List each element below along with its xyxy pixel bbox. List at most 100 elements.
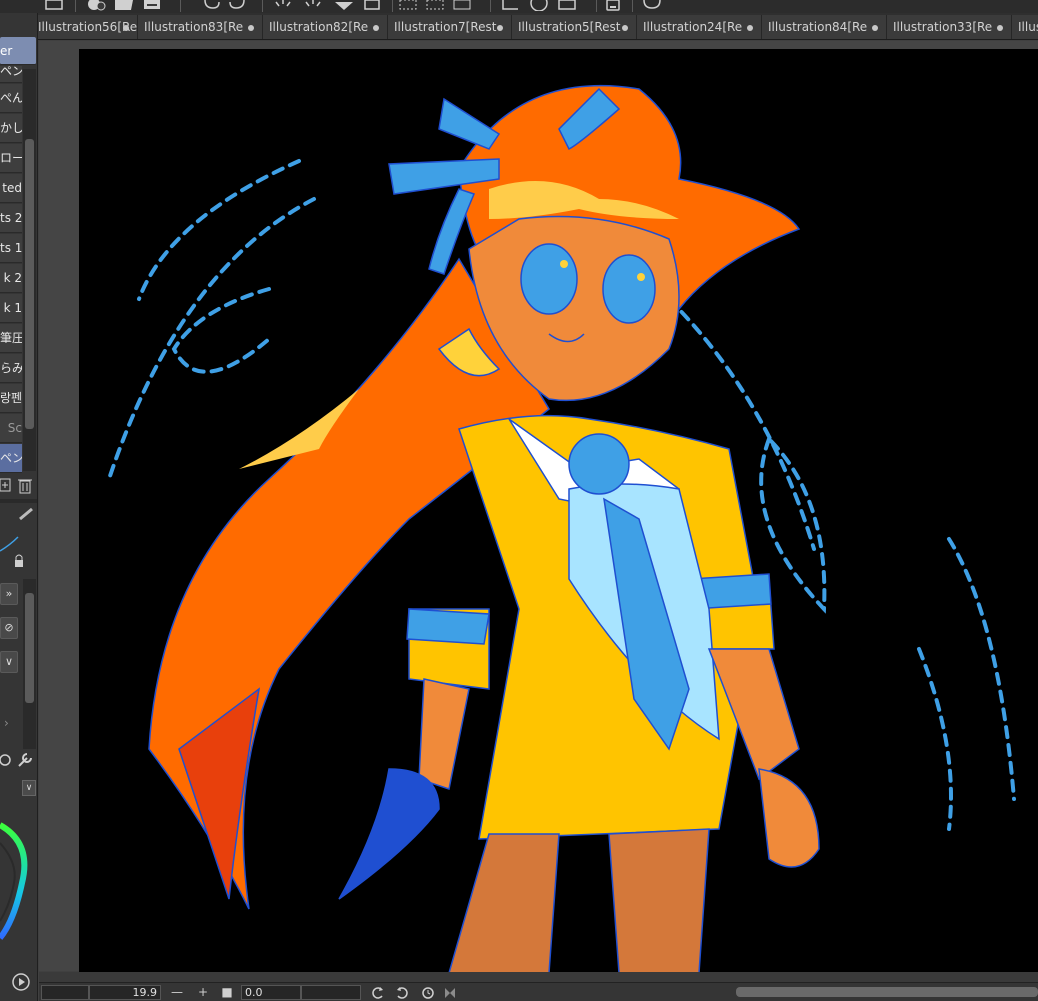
rotation-slider[interactable] [301,985,361,1000]
lock-icon[interactable] [12,553,26,569]
color-wheel[interactable] [0,803,38,963]
document-tab[interactable]: Illustration24[Re [637,15,762,39]
open-folder-icon[interactable] [114,0,134,11]
brush-list-scrollbar[interactable] [23,69,36,471]
tab-close-icon[interactable] [997,25,1003,31]
tab-close-icon[interactable] [497,25,503,31]
document-tab[interactable]: Illustration7[Rest [388,15,512,39]
rotation-field[interactable]: 0.0 [241,985,301,1000]
transform-icon[interactable] [333,0,355,11]
settings-scrollbar[interactable] [23,579,36,749]
brush-item[interactable]: 筆圧 [0,324,22,353]
reset-rotation-icon[interactable] [420,985,436,1000]
brush-item[interactable]: er [0,37,36,65]
toolbar-separator [632,0,633,12]
deselect-icon[interactable] [398,0,418,11]
history-icon[interactable] [0,751,14,769]
chat-icon[interactable] [642,0,662,11]
toolbar-separator [262,0,263,12]
expand-setting-button[interactable]: » [0,583,18,605]
save-icon[interactable] [142,0,162,11]
rotate-right-icon[interactable] [394,985,410,1000]
quick-access-icon[interactable] [44,0,64,11]
document-tab[interactable]: Illustration82[Re [263,15,388,39]
brush-item[interactable]: かし [0,114,22,143]
tab-close-icon[interactable] [622,25,628,31]
fill-icon[interactable] [302,0,324,11]
brush-item[interactable]: k 1 [0,294,22,323]
brush-item[interactable]: 랑펜 [0,384,22,413]
tab-close-icon[interactable] [872,25,878,31]
character-illustration [107,85,1016,973]
zoom-out-button[interactable]: — [169,984,185,1001]
drawing-canvas[interactable] [79,49,1038,973]
outfit [406,414,775,840]
brush-label: ロー [0,151,22,165]
new-canvas-icon[interactable] [86,0,108,11]
brush-label: らみ [0,361,22,375]
tab-label: Illustration83[Re [144,20,244,34]
flip-icon[interactable] [443,985,457,1000]
tab-close-icon[interactable] [248,25,254,31]
brush-label: Sc [7,421,22,435]
document-tab[interactable]: Illus [1012,15,1038,39]
brush-label: ts 1 [0,241,22,255]
scale-icon[interactable] [362,0,382,11]
brush-label: ts 2 [0,211,22,225]
rotate-left-icon[interactable] [370,985,386,1000]
fit-screen-button[interactable]: ■ [221,984,233,1001]
circle-ruler-icon[interactable] [528,0,550,11]
tab-close-icon[interactable] [373,25,379,31]
dropdown-button[interactable]: ∨ [0,651,18,673]
document-tab[interactable]: Illustration5[Rest [512,15,637,39]
undo-icon[interactable] [201,0,221,11]
brush-item[interactable]: ぺん [0,84,22,113]
brush-item[interactable]: ted [0,174,22,203]
brush-label: かし [0,121,22,135]
toolbar-separator [75,0,76,12]
horizontal-scroll-track [39,972,1038,982]
brush-item[interactable]: k 2 [0,264,22,293]
tab-label: Illus [1018,20,1038,34]
sub-tool-panel: er ペン ぺん かし ロー ted ts 2 ts 1 k 2 k 1 筆圧 … [0,13,38,1001]
stroke-preview-icon [0,536,19,552]
document-tab[interactable]: Illustration33[Re [887,15,1012,39]
brush-item[interactable]: ts 2 [0,204,22,233]
brush-item[interactable]: ts 1 [0,234,22,263]
brush-item[interactable]: Sc [0,414,22,443]
brush-label: ペン [0,451,22,465]
wrench-icon[interactable] [16,751,34,769]
ruler-icon[interactable] [500,0,520,11]
tab-close-icon[interactable] [747,25,753,31]
clip-studio-window: Illustration56[Re Illustration83[Re Illu… [0,0,1038,1001]
trash-icon[interactable] [16,475,34,495]
brush-list-scroll-thumb[interactable] [25,139,34,429]
clear-icon[interactable] [272,0,294,11]
snap-icon[interactable] [556,0,578,11]
invert-selection-icon[interactable] [425,0,445,11]
settings-scroll-thumb[interactable] [25,593,34,703]
brush-shape-icon [19,507,33,521]
brush-item[interactable]: ペン [0,444,22,473]
brush-item[interactable]: ロー [0,144,22,173]
zoom-in-button[interactable]: + [195,984,211,1001]
play-icon[interactable] [10,971,32,993]
brush-item[interactable]: らみ [0,354,22,383]
add-brush-icon[interactable] [0,475,12,495]
toolbar-separator [490,0,491,12]
anti-alias-button[interactable]: ⊘ [0,617,18,639]
horizontal-scroll-thumb[interactable] [736,987,1038,997]
brush-item[interactable]: ペン [0,66,22,83]
tab-label: Illustration5[Rest [518,20,621,34]
expand-arrow-icon[interactable]: › [4,716,9,730]
tab-close-icon[interactable] [123,25,129,31]
smartphone-icon[interactable] [604,0,622,11]
zoom-field[interactable]: 19.9 [89,985,161,1000]
crop-icon[interactable] [452,0,472,11]
document-tab[interactable]: Illustration84[Re [762,15,887,39]
document-tab[interactable]: Illustration83[Re [138,15,263,39]
document-tab[interactable]: Illustration56[Re [38,15,138,39]
redo-icon[interactable] [228,0,248,11]
zoom-slider[interactable] [41,985,89,1000]
color-mode-dropdown[interactable]: ∨ [22,780,36,796]
